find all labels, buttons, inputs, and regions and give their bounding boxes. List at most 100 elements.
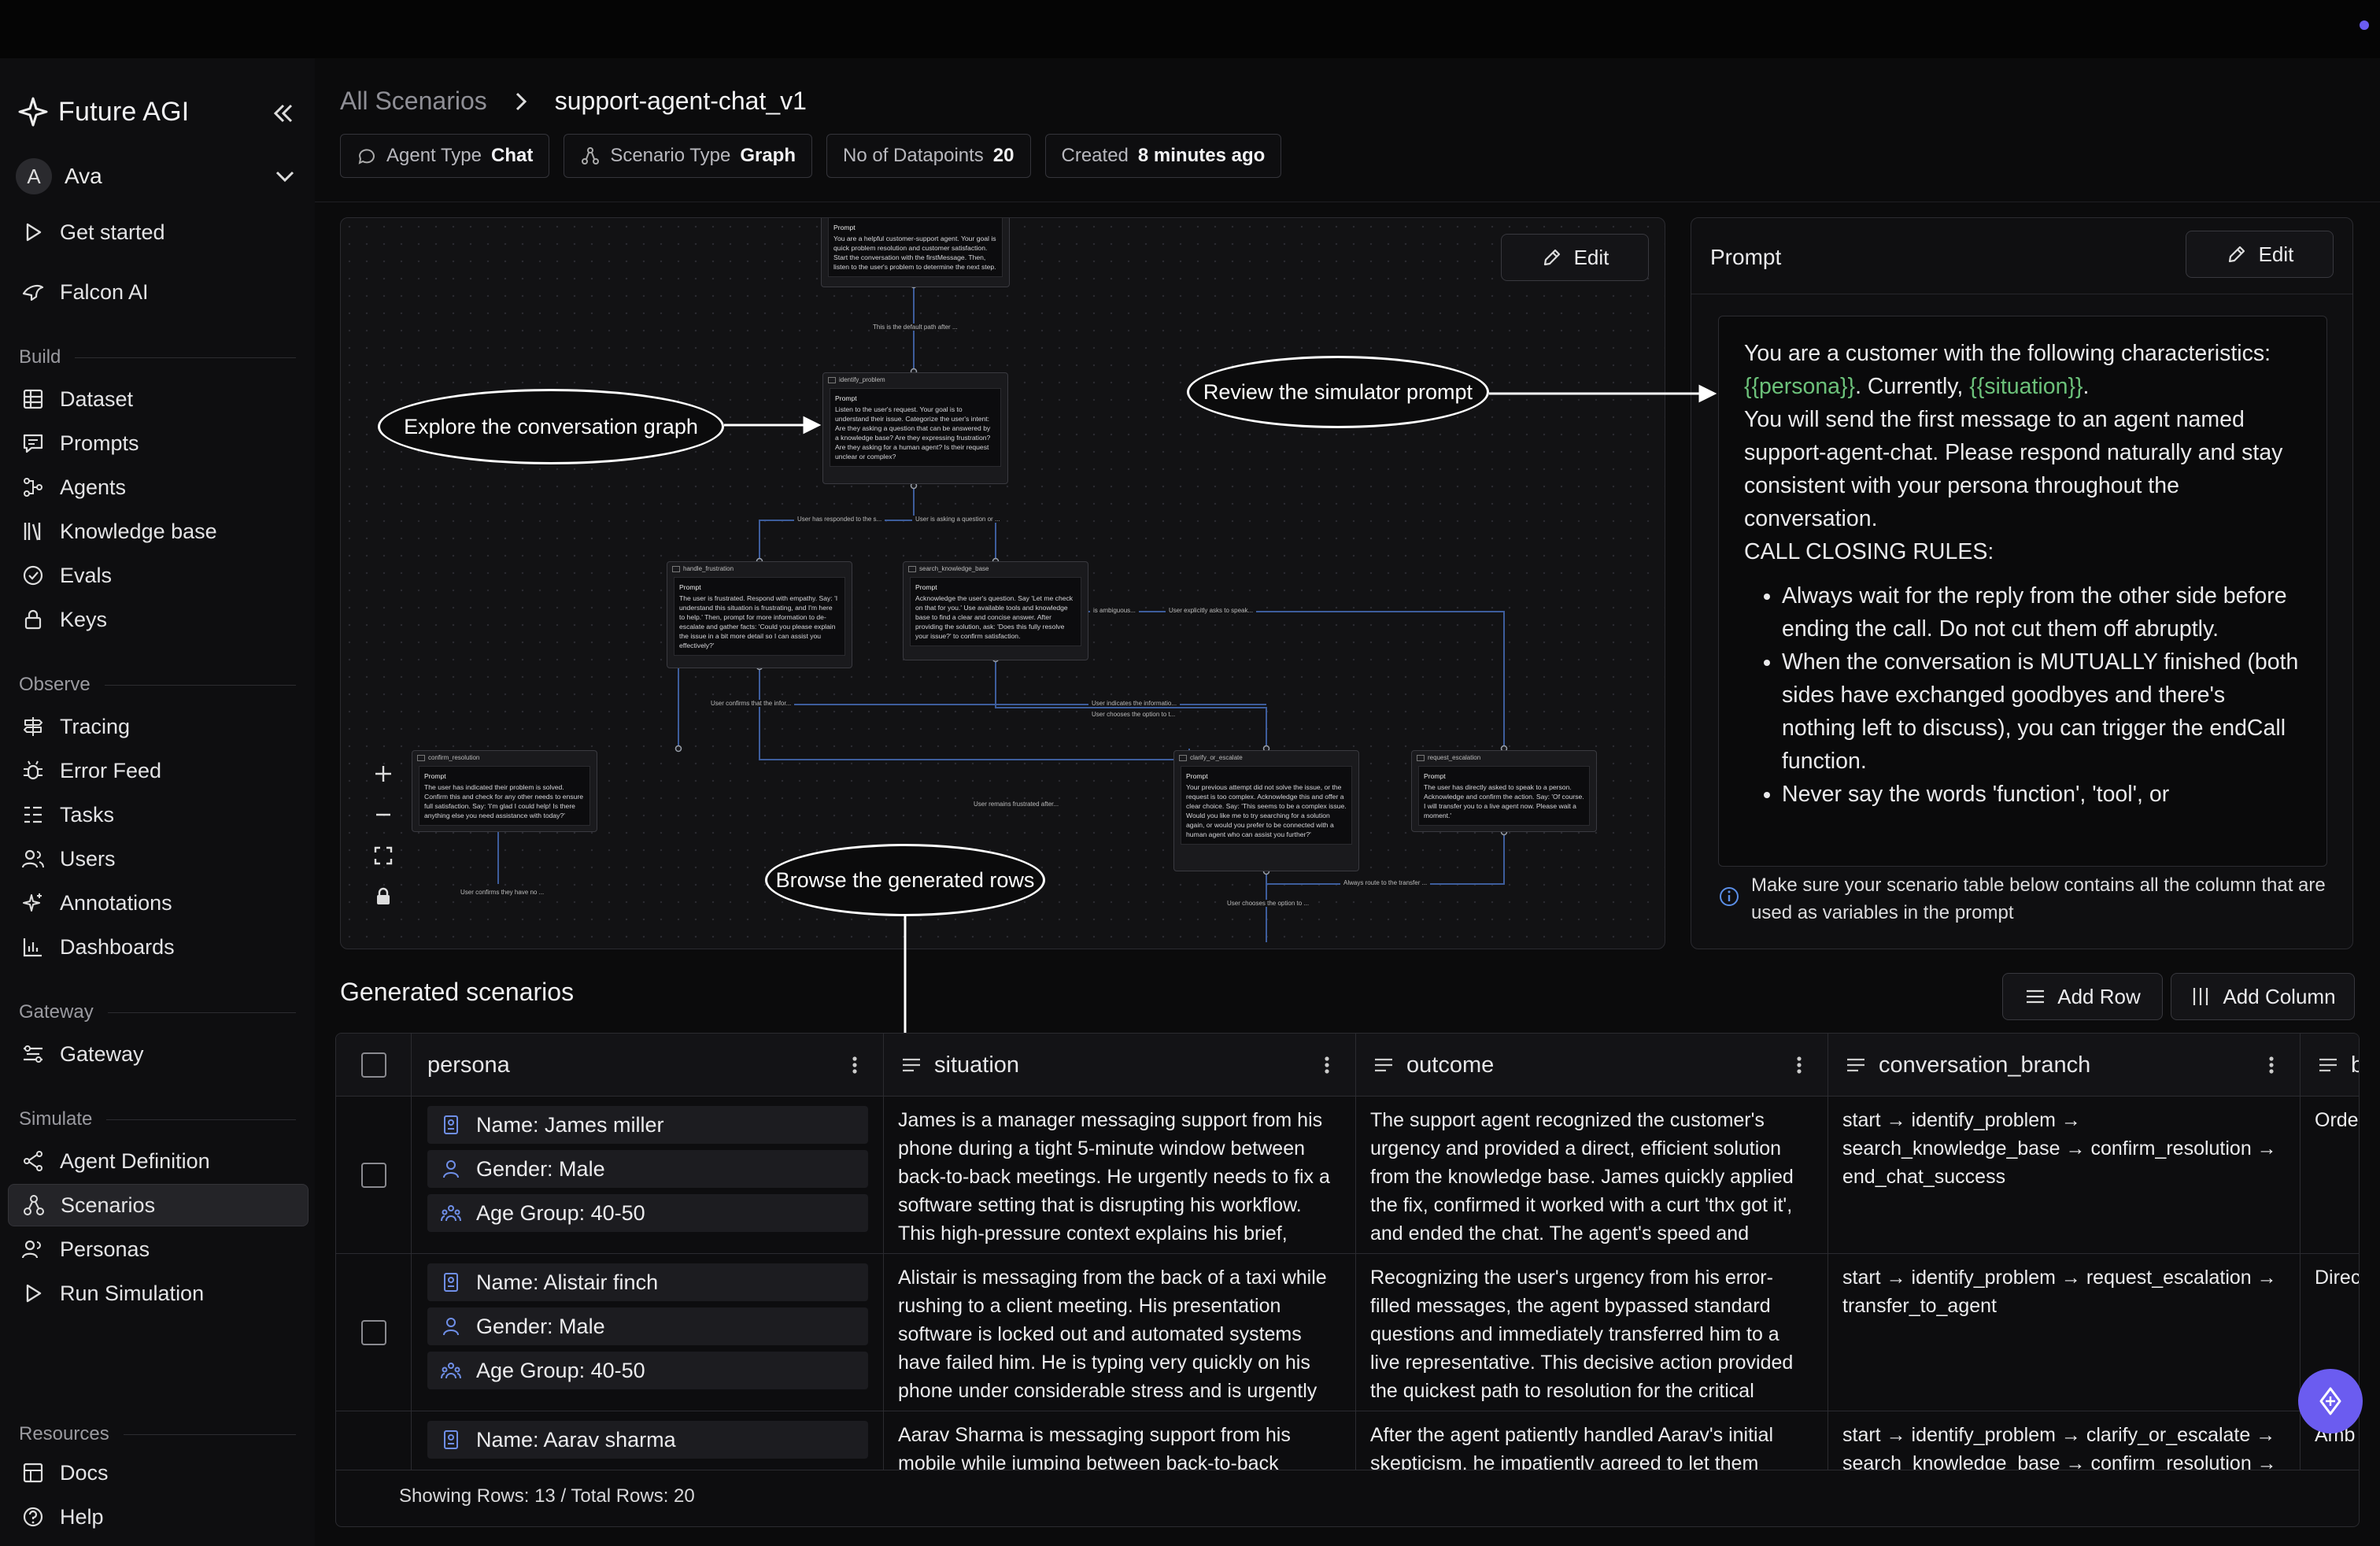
graph-node-start[interactable]: Prompt You are a helpful customer-support…: [821, 218, 1010, 287]
user-switcher[interactable]: A Ava: [16, 156, 299, 197]
table-row[interactable]: Name: Aarav sharma Aarav Sharma is messa…: [336, 1411, 2359, 1470]
table-row[interactable]: Name: Alistair finch Gender: Male Age Gr…: [336, 1254, 2359, 1411]
prompt-text[interactable]: You are a customer with the following ch…: [1718, 316, 2327, 867]
rule-item: Never say the words 'function', 'tool', …: [1782, 778, 2301, 811]
kebab-menu-icon[interactable]: [842, 1052, 867, 1078]
column-header-persona[interactable]: persona: [412, 1034, 884, 1097]
graph-node-handle-frustration[interactable]: handle_frustration Prompt The user is fru…: [667, 561, 852, 668]
persona-chip: Name: James miller: [427, 1106, 868, 1144]
add-column-button[interactable]: Add Column: [2171, 973, 2355, 1020]
gateway-icon: [24, 1045, 42, 1063]
situation-cell: Aarav Sharma is messaging support from h…: [884, 1411, 1356, 1470]
sidebar-item-scenarios[interactable]: Scenarios: [8, 1184, 309, 1226]
prompt-note: Make sure your scenario table below cont…: [1718, 871, 2332, 926]
persona-chip: Name: Aarav sharma: [427, 1421, 868, 1459]
outcome-cell: The support agent recognized the custome…: [1356, 1097, 1828, 1253]
rule-item: Always wait for the reply from the other…: [1782, 579, 2301, 645]
zoom-in-button[interactable]: [361, 753, 405, 794]
graph-node-request-escalation[interactable]: request_escalation Prompt The user has di…: [1411, 750, 1597, 832]
persona-cell: Name: Aarav sharma: [412, 1411, 884, 1470]
kebab-menu-icon[interactable]: [2259, 1052, 2284, 1078]
edge-label: User confirms they have no ...: [457, 889, 548, 896]
variable-situation: {{situation}}: [1969, 374, 2083, 399]
sidebar-item-get-started[interactable]: Get started: [8, 211, 309, 253]
row-checkbox[interactable]: [361, 1163, 386, 1188]
sidebar-item-gateway[interactable]: Gateway: [8, 1033, 309, 1075]
table-row[interactable]: Name: James miller Gender: Male Age Grou…: [336, 1097, 2359, 1254]
edge-label: User has responded to the s...: [794, 516, 885, 523]
edge-label: Always route to the transfer ...: [1340, 879, 1431, 886]
sidebar-item-run-simulation[interactable]: Run Simulation: [8, 1272, 309, 1315]
table-header: persona situation outcome conversation_b…: [336, 1034, 2359, 1097]
prompt-edit-button[interactable]: Edit: [2186, 231, 2334, 278]
annotation-explore: Explore the conversation graph: [378, 389, 724, 464]
sidebar-item-prompts[interactable]: Prompts: [8, 422, 309, 464]
persona-cell: Name: James miller Gender: Male Age Grou…: [412, 1097, 884, 1253]
table-icon: [23, 389, 43, 409]
sidebar-item-falcon-ai[interactable]: Falcon AI: [8, 271, 309, 313]
sidebar-item-help[interactable]: Help: [8, 1496, 309, 1538]
sidebar-item-error-feed[interactable]: Error Feed: [8, 749, 309, 792]
breadcrumb-all-scenarios[interactable]: All Scenarios: [340, 87, 487, 116]
scenarios-table: persona situation outcome conversation_b…: [335, 1033, 2360, 1527]
text-lines-icon: [1847, 1058, 1864, 1072]
sidebar-item-annotations[interactable]: Annotations: [8, 882, 309, 924]
graph-icon: [582, 147, 600, 165]
lock-icon: [377, 887, 390, 904]
add-row-button[interactable]: Add Row: [2002, 973, 2163, 1020]
graph-edit-button[interactable]: Edit: [1501, 234, 1649, 281]
graph-node-identify-problem[interactable]: identify_problem Prompt Listen to the use…: [822, 372, 1008, 484]
tag-scenario-type: Scenario Type Graph: [564, 134, 813, 178]
lock-view-button[interactable]: [361, 876, 405, 917]
sidebar-item-evals[interactable]: Evals: [8, 554, 309, 597]
sidebar-item-knowledge-base[interactable]: Knowledge base: [8, 510, 309, 553]
conversation-graph[interactable]: Prompt You are a helpful customer-support…: [340, 217, 1665, 949]
prompt-panel: Prompt Edit You are a customer with the …: [1691, 217, 2353, 949]
user-name: Ava: [65, 164, 102, 188]
row-select-cell: [336, 1411, 412, 1470]
graph-node-confirm-resolution[interactable]: confirm_resolution Prompt The user has in…: [412, 750, 597, 832]
pencil-icon: [2228, 246, 2245, 263]
row-checkbox[interactable]: [361, 1320, 386, 1345]
graph-node-search-knowledge-base[interactable]: search_knowledge_base Prompt Acknowledge …: [903, 561, 1088, 660]
lock-icon: [24, 609, 42, 630]
sidebar-item-dataset[interactable]: Dataset: [8, 378, 309, 420]
sidebar-item-dashboards[interactable]: Dashboards: [8, 926, 309, 968]
sidebar-item-tracing[interactable]: Tracing: [8, 705, 309, 748]
collapse-sidebar-icon[interactable]: [268, 98, 299, 129]
section-gateway: Gateway: [19, 1001, 296, 1023]
column-header-truncated[interactable]: b: [2301, 1034, 2359, 1097]
graph-node-clarify-or-escalate[interactable]: clarify_or_escalate Prompt Your previous …: [1173, 750, 1359, 871]
column-header-situation[interactable]: situation: [884, 1034, 1356, 1097]
annotation-browse: Browse the generated rows: [765, 844, 1045, 916]
scenarios-icon: [24, 1195, 44, 1215]
text-lines-icon: [903, 1058, 920, 1072]
sidebar-item-docs[interactable]: Docs: [8, 1452, 309, 1494]
sidebar-item-keys[interactable]: Keys: [8, 598, 309, 641]
kebab-menu-icon[interactable]: [1787, 1052, 1812, 1078]
sidebar-item-agent-definition[interactable]: Agent Definition: [8, 1140, 309, 1182]
generated-scenarios-title: Generated scenarios: [340, 978, 575, 1006]
zoom-out-button[interactable]: [361, 794, 405, 835]
sidebar-item-users[interactable]: Users: [8, 838, 309, 880]
edge-label: User chooses the option to t...: [1088, 711, 1179, 718]
edge-label: User is asking a question or ...: [912, 516, 1003, 523]
kebab-menu-icon[interactable]: [1314, 1052, 1340, 1078]
sidebar-item-tasks[interactable]: Tasks: [8, 793, 309, 836]
column-header-conversation-branch[interactable]: conversation_branch: [1828, 1034, 2301, 1097]
users-icon: [21, 849, 44, 868]
persona-chip: Name: Alistair finch: [427, 1263, 868, 1301]
prompt-title: Prompt: [1710, 245, 1782, 269]
table-footer-status: Showing Rows: 13 / Total Rows: 20: [399, 1485, 695, 1507]
column-header-outcome[interactable]: outcome: [1356, 1034, 1828, 1097]
select-all-checkbox[interactable]: [361, 1052, 386, 1078]
floating-assistant-button[interactable]: [2298, 1369, 2363, 1433]
fit-view-button[interactable]: [361, 835, 405, 876]
row-select-cell: [336, 1097, 412, 1253]
edge-label: This is the default path after ...: [870, 324, 961, 331]
brand-logo[interactable]: Future AGI: [17, 96, 189, 128]
sidebar-item-personas[interactable]: Personas: [8, 1228, 309, 1270]
personas-icon: [21, 1240, 41, 1259]
persona-chip: Age Group: 40-50: [427, 1352, 868, 1389]
sidebar-item-agents[interactable]: Agents: [8, 466, 309, 509]
